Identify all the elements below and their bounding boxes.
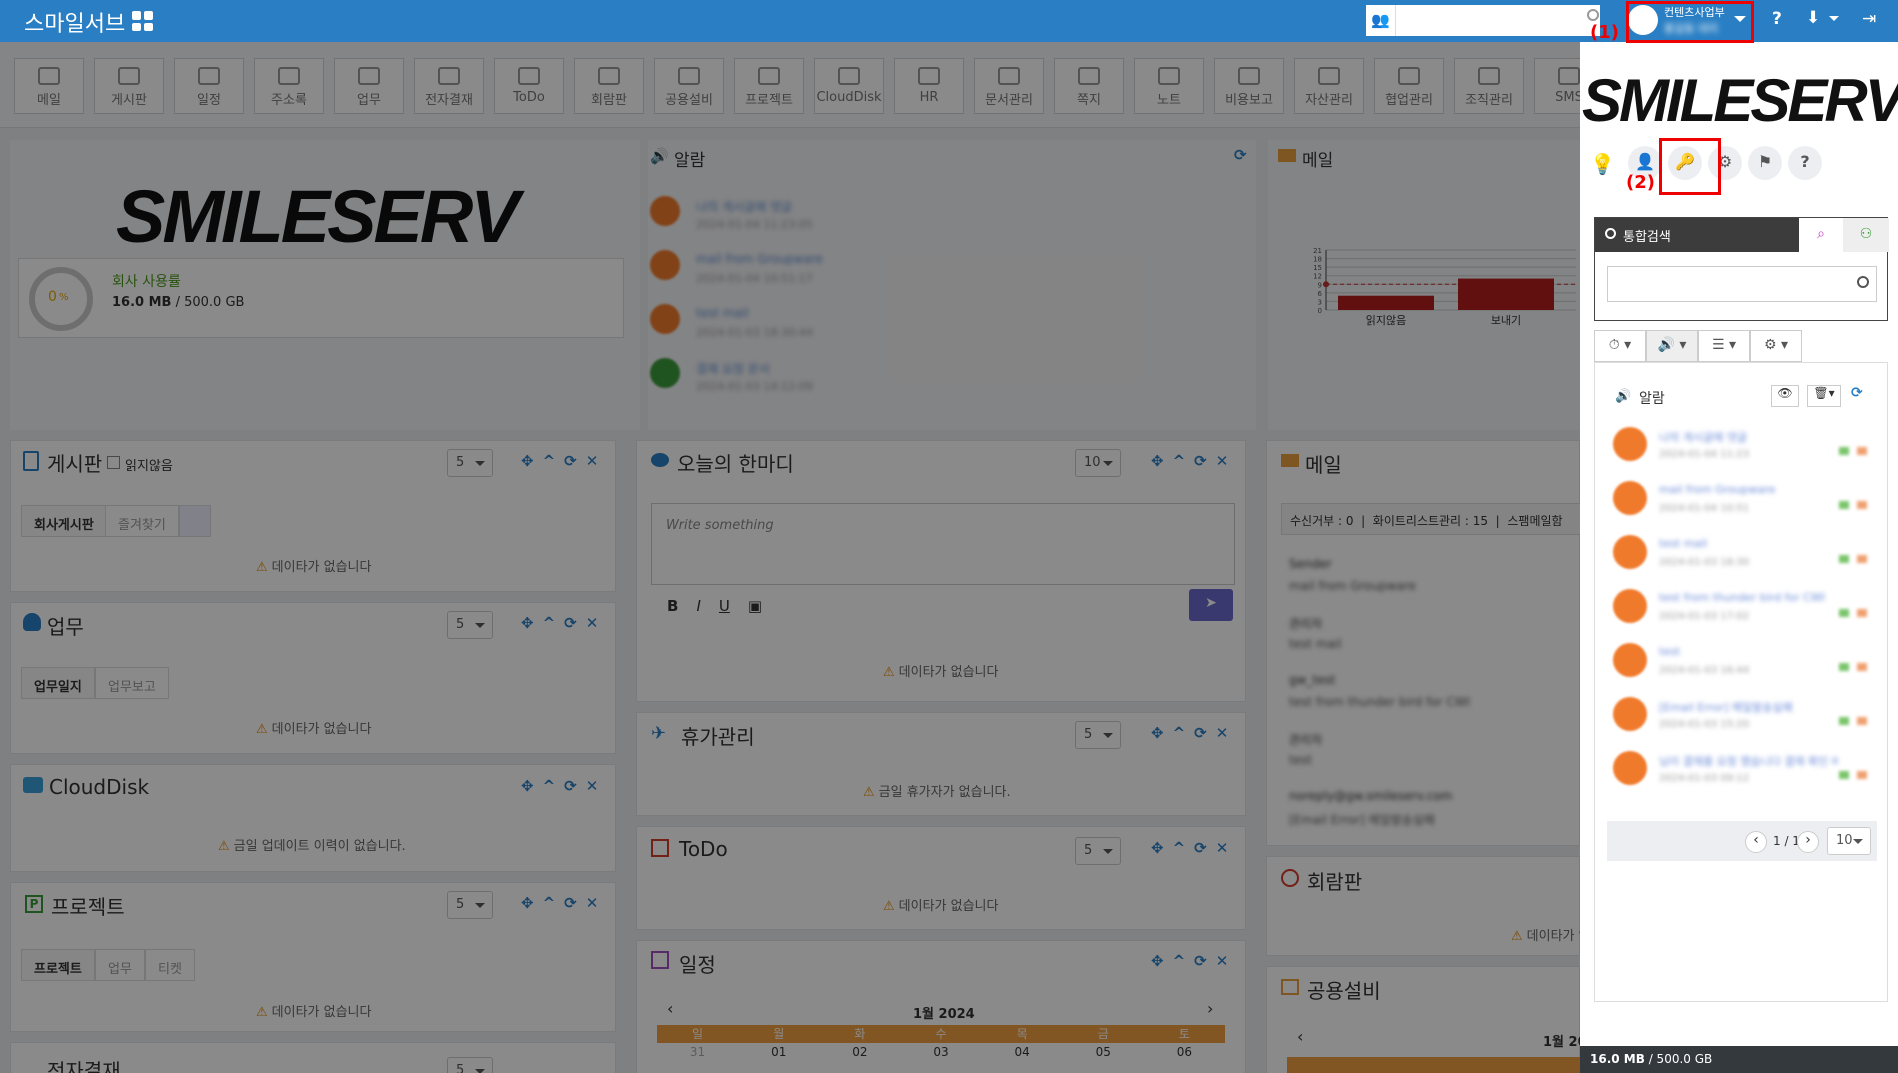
side-alarm-item-delete-icon[interactable] — [1857, 717, 1867, 725]
page-size-select[interactable]: 10 — [1827, 827, 1871, 855]
annotation-box-key — [1659, 138, 1721, 195]
pager-next-button[interactable]: › — [1797, 831, 1819, 853]
side-alarm-item-time: 2024-01-03 16:44 — [1659, 665, 1750, 676]
annotation-box-user-menu — [1626, 1, 1754, 43]
side-alarm-item-icon — [1613, 697, 1647, 731]
org-chart-button[interactable]: 👥 — [1366, 5, 1396, 36]
top-search-input[interactable] — [1396, 5, 1600, 36]
download-chevron-icon[interactable] — [1829, 16, 1839, 26]
view-toggle-button[interactable]: 👁 — [1771, 385, 1799, 407]
side-alarm-item-status-icon[interactable] — [1839, 771, 1849, 779]
side-alarm-item-title[interactable]: mail from Groupware — [1659, 483, 1839, 496]
logout-icon[interactable]: ⇥ — [1862, 9, 1876, 29]
integrated-search-box: 통합검색 ⌕ ⚇ — [1594, 217, 1889, 321]
side-alarm-item-status-icon[interactable] — [1839, 555, 1849, 563]
help-icon[interactable]: ? — [1772, 9, 1782, 29]
side-alarm-item-title[interactable]: [Email Error] 메일발송실패 — [1659, 699, 1839, 715]
side-alarm-item-time: 2024-01-04 11:23 — [1659, 449, 1750, 460]
side-logo-text: SMILESERV — [1582, 67, 1898, 134]
settings-filter-button[interactable]: ⚙ ▾ — [1750, 330, 1802, 362]
pager-text: 1 / 1 — [1773, 834, 1800, 848]
search-submit-icon[interactable] — [1857, 276, 1869, 288]
annotation-label-2: (2) — [1626, 172, 1655, 193]
side-alarm-item-time: 2024-01-03 17:02 — [1659, 611, 1750, 622]
side-alarm-item-status-icon[interactable] — [1839, 501, 1849, 509]
side-alarm-item-status-icon[interactable] — [1839, 663, 1849, 671]
annotation-label-1: (1) — [1590, 22, 1619, 43]
side-alarm-item-time: 2024-01-03 09:12 — [1659, 773, 1750, 784]
app-grid-icon[interactable] — [132, 11, 154, 31]
flag-button[interactable]: ⚑ — [1748, 146, 1782, 180]
side-alarm-item-title[interactable]: 님이 결재를 요청 했습니다 결재 확인 바랍니다 — [1659, 753, 1839, 769]
side-search-input[interactable] — [1607, 266, 1877, 302]
side-alarm-item-delete-icon[interactable] — [1857, 663, 1867, 671]
side-alarm-item-time: 2024-01-03 18:30 — [1659, 557, 1750, 568]
side-alarm-item-time: 2024-01-03 15:20 — [1659, 719, 1750, 730]
side-alarm-item-title[interactable]: test mail — [1659, 537, 1839, 550]
storage-total: / 500.0 GB — [1648, 1052, 1713, 1066]
app-title[interactable]: 스마일서브 — [24, 6, 125, 38]
side-alarm-item-delete-icon[interactable] — [1857, 447, 1867, 455]
search-tab-text[interactable]: ⌕ — [1799, 218, 1843, 252]
alarm-filter-button[interactable]: 🔊 ▾ — [1646, 330, 1698, 362]
storage-footer: 16.0 MB / 500.0 GB — [1580, 1046, 1898, 1073]
side-alarm-item-icon — [1613, 589, 1647, 623]
search-icon — [1605, 228, 1616, 239]
side-alarm-item-icon — [1613, 643, 1647, 677]
side-alarm-item-icon — [1613, 481, 1647, 515]
history-filter-button[interactable]: ⏱ ▾ — [1594, 330, 1646, 362]
search-tab-org[interactable]: ⚇ — [1843, 218, 1889, 252]
lightbulb-icon[interactable]: 💡 — [1590, 152, 1615, 176]
side-alarm-item-title[interactable]: 나의 게시글에 댓글 — [1659, 429, 1839, 445]
side-alarm-item-status-icon[interactable] — [1839, 609, 1849, 617]
download-icon[interactable]: ⬇ — [1806, 8, 1820, 28]
search-title: 통합검색 — [1623, 230, 1671, 245]
side-alarm-item-icon — [1613, 535, 1647, 569]
side-panel: SMILESERV 💡 👤 🔑 ⚙ ⚑ ? 통합검색 ⌕ ⚇ ⏱ ▾ 🔊 ▾ ☰… — [1580, 42, 1898, 1073]
side-alarm-item-icon — [1613, 427, 1647, 461]
modal-overlay[interactable] — [0, 42, 1580, 1073]
search-icon[interactable] — [1587, 9, 1599, 21]
pager-bar: ‹ 1 / 1 › 10 — [1607, 821, 1877, 861]
side-alarm-item-time: 2024-01-04 10:51 — [1659, 503, 1750, 514]
side-alarm-item-delete-icon[interactable] — [1857, 501, 1867, 509]
side-alarm-item-delete-icon[interactable] — [1857, 555, 1867, 563]
side-alarm-box: 🔊 알람 👁 🗑▾ ⟳ ‹ 1 / 1 › 10 나의 게시글에 댓글 2024-… — [1594, 362, 1888, 1002]
side-alarm-title: 알람 — [1639, 391, 1665, 407]
pager-prev-button[interactable]: ‹ — [1745, 831, 1767, 853]
side-alarm-item-title[interactable]: test — [1659, 645, 1839, 658]
delete-menu-button[interactable]: 🗑▾ — [1807, 385, 1841, 407]
side-alarm-item-status-icon[interactable] — [1839, 447, 1849, 455]
side-alarm-item-delete-icon[interactable] — [1857, 609, 1867, 617]
side-alarm-item-title[interactable]: test from thunder bird for CWI — [1659, 591, 1839, 604]
help-button[interactable]: ? — [1788, 146, 1822, 180]
side-logo: SMILESERV — [1580, 56, 1898, 142]
side-alarm-item-delete-icon[interactable] — [1857, 771, 1867, 779]
side-alarm-item-icon — [1613, 751, 1647, 785]
side-refresh-icon[interactable]: ⟳ — [1851, 385, 1863, 401]
side-alarm-item-status-icon[interactable] — [1839, 717, 1849, 725]
list-filter-button[interactable]: ☰ ▾ — [1698, 330, 1750, 362]
storage-used: 16.0 MB — [1590, 1052, 1645, 1066]
speaker-icon: 🔊 — [1615, 389, 1632, 404]
